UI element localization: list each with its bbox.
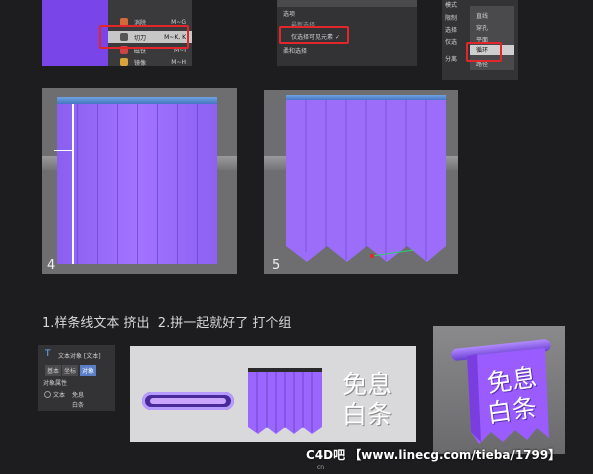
cut-line-horizontal <box>54 150 74 151</box>
extruded-bar-inner <box>150 398 226 404</box>
scene-text-line2: 白条 <box>342 400 393 429</box>
panel-title: 文本对象 [文本] <box>58 353 101 360</box>
scene-curtain <box>248 372 322 434</box>
top-left-menu-panel: 消除 M~G 切刀 M~K, K 磁铁 M~I 镜像 M~H <box>42 0 192 66</box>
field-label: 文本 <box>53 392 66 399</box>
radio-icon <box>44 391 51 398</box>
dropdown-item-line[interactable]: 直线 <box>476 11 488 20</box>
option-soft-selection[interactable]: 柔和选择 <box>283 46 307 55</box>
curtain-4 <box>57 104 217 264</box>
top-right-dropdown-panel: 模式 限制 选择 仅选 分离 直线 穿孔 平面 循环 路径 <box>442 0 518 80</box>
visible-only-highlight-box <box>279 26 349 44</box>
viewport-4[interactable]: 4 <box>42 88 237 274</box>
viewport-5[interactable]: 5 <box>264 90 458 274</box>
watermark: C4D吧 【www.linecg.com/tieba/1799】 <box>306 448 561 462</box>
menu-item-mirror[interactable]: 镜像 M~H <box>108 56 192 66</box>
section-title: 对象属性 <box>43 380 68 387</box>
scene-viewport[interactable]: 免息 白条 <box>130 346 416 442</box>
text-field-line2[interactable]: 白条 <box>72 400 84 409</box>
loop-highlight-box <box>466 42 502 62</box>
final-render: 免息 白条 <box>433 326 565 454</box>
caption: 1.样条线文本 挤出 2.拼一起就好了 打个组 <box>42 316 292 331</box>
watermark-small: cn <box>317 464 325 471</box>
text-field-line1[interactable]: 免息 <box>72 390 84 399</box>
tab-coord[interactable]: 坐标 <box>62 365 79 376</box>
attribute-panel: T 文本对象 [文本] 基本 坐标 对象 对象属性 文本 免息 白条 <box>38 345 115 411</box>
knife-highlight-box <box>99 25 189 49</box>
dropdown-item-hole[interactable]: 穿孔 <box>476 23 488 32</box>
step-number-5: 5 <box>272 258 281 273</box>
section-title: 选项 <box>283 11 296 18</box>
tab-object[interactable]: 对象 <box>80 365 97 376</box>
text-object-icon: T <box>45 349 51 359</box>
mirror-icon <box>120 58 128 66</box>
cut-line <box>72 104 74 264</box>
curtain-5 <box>286 100 446 262</box>
step-number-4: 4 <box>47 258 56 273</box>
top-mid-options-panel: 选项 最新选择 仅选择可见元素 ✓ 柔和选择 <box>277 0 417 66</box>
scene-text-line1: 免息 <box>342 370 393 399</box>
tab-basic[interactable]: 基本 <box>45 365 62 376</box>
